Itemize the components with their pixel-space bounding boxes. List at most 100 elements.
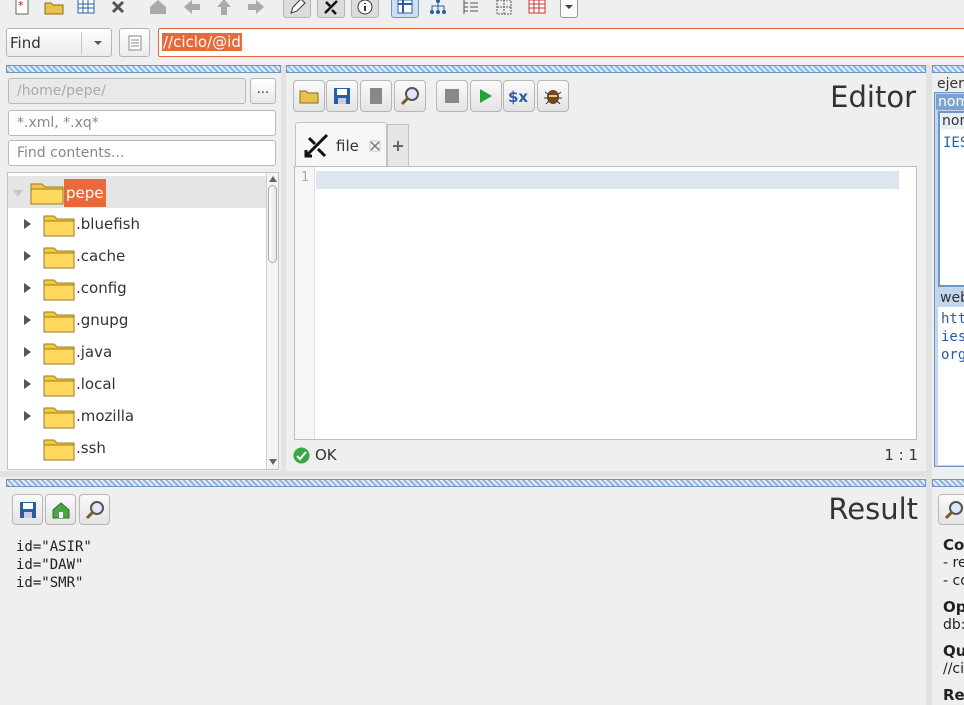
collapsed-triangle-icon[interactable] xyxy=(24,283,31,293)
execute-button[interactable] xyxy=(470,80,502,112)
more-views-dropdown[interactable] xyxy=(560,0,578,18)
search-input[interactable]: //ciclo/@id xyxy=(158,28,964,57)
plus-icon xyxy=(393,140,403,151)
table-view-button[interactable] xyxy=(391,0,419,18)
folder-icon xyxy=(43,439,75,461)
editor-panel-header[interactable] xyxy=(286,65,926,73)
open-file-button[interactable] xyxy=(293,80,325,112)
horizontal-splitter[interactable] xyxy=(0,471,926,477)
new-tab-button[interactable] xyxy=(387,124,409,166)
variables-button[interactable]: $x xyxy=(503,80,535,112)
result-panel-header[interactable] xyxy=(6,479,926,487)
vertical-splitter-right[interactable] xyxy=(926,65,932,705)
edit-button[interactable] xyxy=(283,0,311,18)
tree-item[interactable]: .ssh xyxy=(8,432,263,464)
home-icon xyxy=(150,0,166,14)
open-button[interactable] xyxy=(40,0,68,18)
save-result-button[interactable] xyxy=(12,494,43,525)
up-button[interactable] xyxy=(210,0,238,18)
right-link-2[interactable]: ies xyxy=(941,329,964,345)
filebrowser-panel-header[interactable] xyxy=(6,65,281,73)
collapsed-triangle-icon[interactable] xyxy=(24,315,31,325)
folder-view-button[interactable] xyxy=(457,0,485,18)
play-icon xyxy=(480,89,492,103)
table-icon xyxy=(397,0,413,14)
close-file-button[interactable] xyxy=(360,80,392,112)
map-view-button[interactable] xyxy=(490,0,518,18)
collapsed-triangle-icon[interactable] xyxy=(24,347,31,357)
browse-button[interactable]: ... xyxy=(250,78,276,104)
collapsed-triangle-icon[interactable] xyxy=(24,251,31,261)
back-button[interactable] xyxy=(178,0,206,18)
save-file-button[interactable] xyxy=(326,80,358,112)
tree-view-button[interactable] xyxy=(424,0,452,18)
info-heading-optimized: Op xyxy=(943,598,964,616)
find-result-button[interactable] xyxy=(79,494,110,525)
tree-root-row[interactable]: pepe xyxy=(8,176,266,208)
tree-scrollbar[interactable] xyxy=(266,173,278,469)
database-button[interactable] xyxy=(72,0,100,18)
code-editor[interactable]: 1 xyxy=(294,166,917,440)
forward-button[interactable] xyxy=(242,0,270,18)
right-inner-box: nom IES xyxy=(938,111,964,287)
tree-root-label[interactable]: pepe xyxy=(64,179,106,207)
folder-icon xyxy=(43,215,75,237)
right-tree-view[interactable]: nom nom IES web htt ies org xyxy=(934,92,964,467)
cursor-position: 1 : 1 xyxy=(884,446,918,464)
right-selected-node[interactable]: nom xyxy=(936,94,964,110)
right-label-2: web xyxy=(940,290,964,306)
close-database-button[interactable] xyxy=(104,0,132,18)
tab-file[interactable]: file xyxy=(295,122,387,166)
xquery-button[interactable] xyxy=(317,0,345,18)
tree-item[interactable]: .java xyxy=(8,336,263,368)
info-heading-result: Re xyxy=(943,686,964,704)
right-link-1[interactable]: htt xyxy=(941,311,964,327)
table-red-button[interactable] xyxy=(523,0,551,18)
tree-item[interactable]: .gnupg xyxy=(8,304,263,336)
svg-text:$x: $x xyxy=(508,88,528,105)
close-tab-icon[interactable] xyxy=(369,140,381,152)
collapsed-triangle-icon[interactable] xyxy=(24,379,31,389)
home-button[interactable] xyxy=(144,0,172,18)
info-button[interactable] xyxy=(351,0,379,18)
search-mode-select[interactable]: Find xyxy=(6,28,112,57)
file-tree[interactable]: pepe .bluefish .cache .config .gnupg .java .l… xyxy=(7,172,279,470)
info-find-button[interactable] xyxy=(938,494,964,525)
tree-item[interactable]: .mozilla xyxy=(8,400,263,432)
debug-button[interactable] xyxy=(537,80,569,112)
right-panel-header[interactable] xyxy=(932,65,964,73)
tree-item[interactable]: .config xyxy=(8,272,263,304)
result-line: id="ASIR" xyxy=(16,539,92,555)
info-icon xyxy=(357,0,373,15)
info-line: db: xyxy=(943,617,964,633)
collapsed-triangle-icon[interactable] xyxy=(24,411,31,421)
right-link-3[interactable]: org xyxy=(941,347,964,363)
vertical-splitter[interactable] xyxy=(281,65,286,471)
collapsed-triangle-icon[interactable] xyxy=(24,219,31,229)
save-icon xyxy=(19,501,36,518)
info-heading-compile: Co xyxy=(943,536,964,554)
scroll-thumb[interactable] xyxy=(268,185,277,263)
new-document-button[interactable]: * xyxy=(8,0,36,18)
scroll-down-icon xyxy=(269,459,277,465)
tree-item[interactable]: .cache xyxy=(8,240,263,272)
path-field[interactable]: /home/pepe/ xyxy=(8,78,246,104)
tree-icon xyxy=(430,0,446,14)
result-output[interactable]: id="ASIR" id="DAW" id="SMR" xyxy=(16,538,916,592)
tree-item-label: .mozilla xyxy=(76,407,135,425)
search-mode-value: Find xyxy=(10,34,41,52)
close-icon xyxy=(111,0,125,14)
info-panel-header[interactable] xyxy=(932,479,964,487)
tree-item[interactable]: .bluefish xyxy=(8,208,263,240)
list-tree-icon xyxy=(463,0,478,14)
stop-button[interactable] xyxy=(436,80,468,112)
find-replace-button[interactable] xyxy=(394,80,426,112)
filter-input[interactable]: *.xml, *.xq* xyxy=(8,110,276,136)
spreadsheet-icon xyxy=(528,0,546,14)
home-result-button[interactable] xyxy=(45,494,76,525)
tree-item-label: .config xyxy=(76,279,127,297)
search-history-button[interactable] xyxy=(119,28,150,57)
contents-search-input[interactable]: Find contents... xyxy=(8,140,276,166)
tree-item[interactable]: .local xyxy=(8,368,263,400)
line-gutter xyxy=(295,167,315,439)
